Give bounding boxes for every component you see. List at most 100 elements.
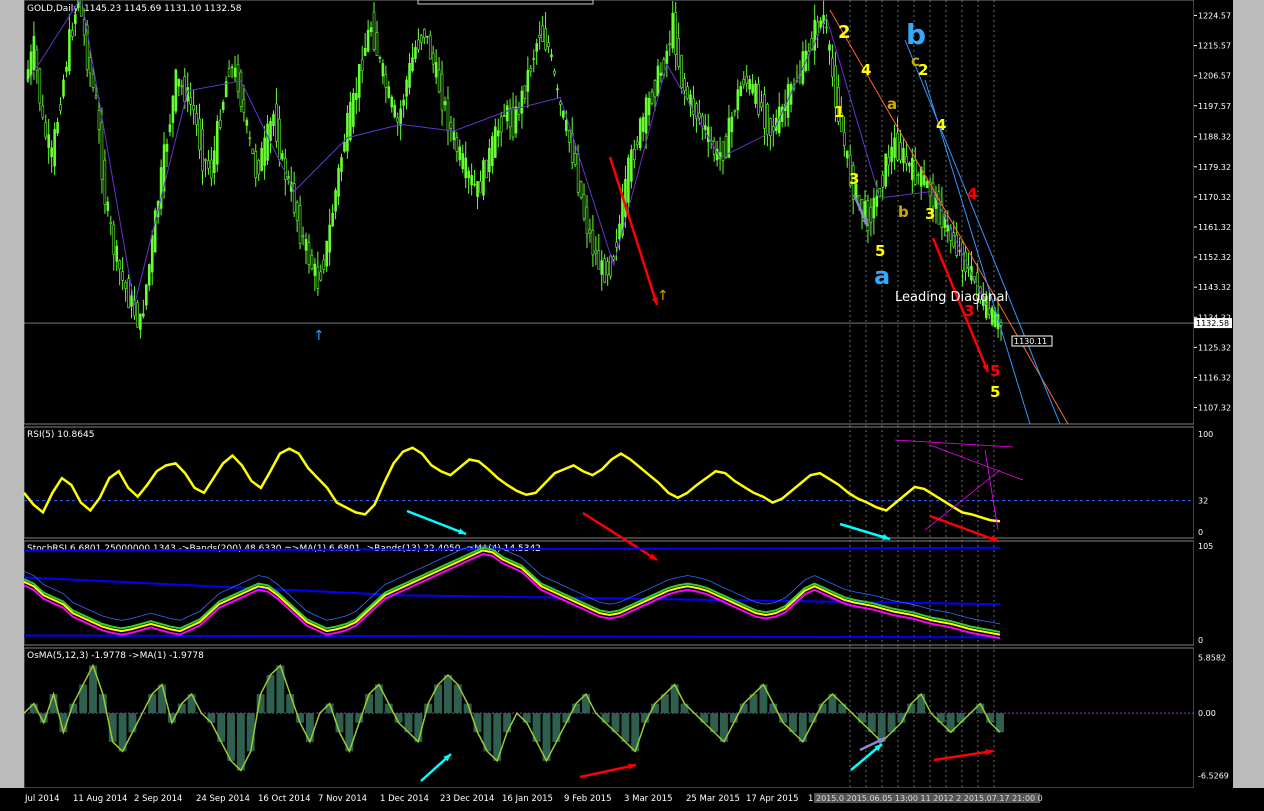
time-tick-label: 16 Oct 2014 [258, 794, 311, 804]
candle-body [579, 181, 583, 198]
candle-body [248, 137, 252, 140]
candle-body [763, 94, 766, 129]
candle-body [499, 116, 503, 133]
candle-body [343, 141, 346, 152]
stoch-pane: StochRSI 6.6801 25000000.1343 ->Bands(20… [23, 542, 1213, 645]
candle-body [526, 70, 530, 92]
candle-body [118, 260, 121, 270]
wave-label: b [906, 18, 926, 51]
red-arrow-head [982, 364, 989, 372]
candle-body [408, 62, 411, 88]
candle-body [431, 52, 435, 65]
candle-body [553, 70, 556, 75]
candle-body [751, 84, 754, 94]
candle-body [449, 121, 453, 130]
candle-body [213, 150, 216, 173]
candle-body [573, 153, 577, 165]
candle-body [748, 79, 751, 90]
candle-body [366, 29, 370, 52]
price-tick-label: 1161.32 [1198, 223, 1231, 232]
candle-body [902, 148, 905, 164]
candle-body [452, 130, 456, 141]
stoch-line [23, 549, 1001, 636]
candle-body [74, 14, 77, 24]
candle-body [384, 74, 388, 88]
candle-body [612, 256, 615, 260]
candle-body [328, 224, 331, 253]
candle-body [896, 132, 899, 161]
candle-body [650, 91, 654, 104]
candle-body [378, 57, 382, 59]
candle-body [349, 101, 352, 141]
candle-body [109, 221, 113, 225]
hist-label: OsMA(5,12,3) -1.9778 ->MA(1) -1.9778 [27, 651, 204, 661]
candle-body [239, 71, 243, 107]
time-tick-label: 17 Apr 2015 [746, 794, 799, 804]
candle-body [254, 151, 258, 178]
candle-body [999, 322, 1003, 326]
candle-body [130, 295, 133, 307]
wave-label: a [874, 262, 890, 290]
candle-body [842, 131, 846, 146]
red-arrow [582, 511, 658, 562]
candle-body [485, 159, 488, 179]
candle-body [760, 102, 763, 108]
wave-label: 5 [990, 383, 1000, 401]
candle-body [207, 160, 210, 169]
candle-body [733, 110, 737, 113]
candle-body [922, 175, 926, 186]
candle-body [94, 95, 98, 98]
candle-body [153, 210, 157, 253]
candle-body [505, 105, 509, 122]
candle-body [597, 250, 601, 270]
candle-body [414, 47, 417, 60]
candle-body [150, 235, 154, 273]
candle-body [278, 118, 281, 161]
wave-label: 5 [990, 362, 1000, 380]
price-tick-label: 1107.32 [1198, 404, 1231, 413]
candle-body [82, 19, 86, 36]
top-toolbar-box[interactable] [417, 0, 594, 5]
price-tick-label: 1215.57 [1198, 42, 1231, 51]
candle-body [730, 116, 734, 133]
candle-body [263, 137, 266, 166]
candle-body [381, 63, 385, 77]
price-tick-label: 1206.57 [1198, 72, 1231, 81]
candle-body [399, 108, 402, 126]
candle-body [390, 96, 394, 108]
candle-body [603, 258, 607, 283]
candle-body [884, 153, 887, 187]
candle-body [136, 302, 139, 328]
candle-body [635, 141, 639, 146]
candle-body [544, 28, 547, 50]
candle-body [47, 134, 51, 148]
candle-body [659, 72, 663, 76]
candle-body [142, 313, 145, 317]
candle-body [443, 101, 447, 106]
candle-body [325, 240, 329, 267]
candle-body [703, 125, 707, 131]
gold-chart-canvas[interactable]: GOLD,Daily 1145.23 1145.69 1131.10 1132.… [0, 0, 1264, 807]
time-tick-label: Jul 2014 [24, 794, 60, 804]
candle-body [683, 78, 686, 92]
candle-body [103, 159, 107, 205]
left-window-edge [0, 0, 24, 807]
candle-body [686, 86, 689, 99]
cyan-arrow [839, 522, 891, 541]
candle-body [739, 85, 743, 97]
candle-body [316, 266, 320, 289]
candle-body [559, 101, 562, 105]
candle-body [295, 202, 299, 221]
candle-body [455, 137, 459, 152]
candle-body [189, 97, 192, 105]
candle-body [139, 313, 142, 330]
time-tick-label: 16 Jan 2015 [502, 794, 553, 804]
candle-body [402, 99, 405, 106]
candle-body [754, 83, 757, 104]
wave-label: 4 [967, 185, 977, 203]
candle-body [828, 44, 831, 51]
candle-body [653, 80, 657, 98]
candle-body [630, 149, 633, 182]
candle-body [233, 67, 237, 78]
wave-label: 2 [918, 61, 928, 79]
